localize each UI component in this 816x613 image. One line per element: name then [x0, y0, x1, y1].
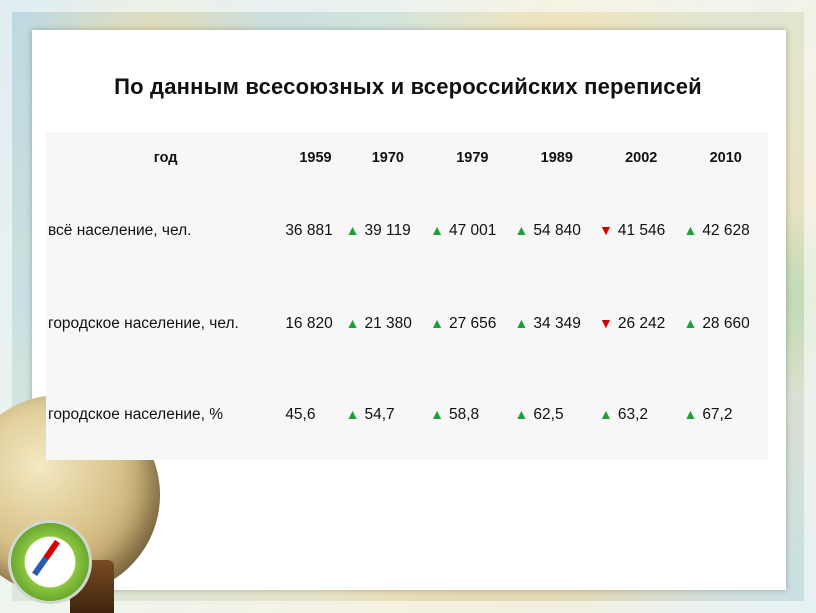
page-title: По данным всесоюзных и всероссийских пер… — [114, 74, 702, 99]
census-table: год 1959 1970 1979 1989 2002 2010 всё на… — [46, 132, 768, 460]
trend-up-icon: ▲ — [514, 315, 529, 331]
table-cell: 36 881 — [285, 184, 345, 278]
trend-down-icon: ▼ — [599, 222, 613, 238]
cell-value: 39 119 — [364, 222, 411, 239]
table-cell: ▲ 42 628 — [683, 184, 768, 278]
row-label: всё население, чел. — [48, 222, 192, 239]
table-cell: ▼ 26 242 — [599, 278, 683, 370]
cell-value: 62,5 — [533, 406, 564, 423]
header-year: 1989 — [540, 150, 573, 166]
table-cell: ▲ 28 660 — [683, 278, 768, 370]
cell-value: 54 840 — [533, 222, 581, 239]
header-label: год — [153, 150, 178, 166]
cell-value: 34 349 — [533, 315, 581, 332]
trend-up-icon: ▲ — [683, 315, 698, 331]
table-row: всё население, чел. 36 881 ▲ 39 119 ▲ 47 0… — [46, 184, 768, 278]
cell-value: 36 881 — [285, 222, 333, 239]
header-year: 2010 — [709, 150, 742, 166]
trend-up-icon: ▲ — [683, 406, 698, 422]
trend-up-icon: ▲ — [430, 406, 444, 422]
table-cell: 45,6 — [285, 370, 345, 460]
table-cell: ▲ 54,7 — [346, 370, 430, 460]
cell-value: 41 546 — [617, 222, 666, 239]
table-cell: ▲ 62,5 — [515, 370, 599, 460]
cell-value: 42 628 — [702, 222, 750, 239]
table-cell: ▲ 21 380 — [346, 278, 430, 370]
table-cell: ▲ 34 349 — [515, 278, 599, 370]
trend-up-icon: ▲ — [514, 222, 529, 238]
trend-up-icon: ▲ — [514, 406, 529, 422]
cell-value: 45,6 — [285, 406, 316, 423]
cell-value: 67,2 — [702, 406, 733, 423]
table-cell: ▲ 27 656 — [430, 278, 514, 370]
trend-up-icon: ▲ — [599, 406, 613, 422]
trend-up-icon: ▲ — [345, 222, 360, 238]
table-cell: ▲ 54 840 — [515, 184, 599, 278]
cell-value: 16 820 — [285, 315, 333, 332]
table-row: городское население, чел. 16 820 ▲ 21 380… — [46, 278, 768, 370]
cell-value: 28 660 — [702, 315, 750, 332]
row-label: городское население, чел. — [48, 315, 239, 332]
cell-value: 54,7 — [364, 406, 395, 423]
table-cell: ▲ 63,2 — [599, 370, 683, 460]
trend-up-icon: ▲ — [683, 222, 698, 238]
cell-value: 26 242 — [617, 315, 666, 332]
compass-icon — [8, 520, 92, 604]
header-year: 1970 — [371, 150, 404, 166]
table-header-row: год 1959 1970 1979 1989 2002 2010 — [46, 132, 768, 184]
header-year: 1959 — [299, 150, 332, 166]
table-cell: 16 820 — [285, 278, 345, 370]
row-label: городское население, % — [48, 406, 224, 423]
cell-value: 63,2 — [617, 406, 649, 423]
table-cell: ▼ 41 546 — [599, 184, 683, 278]
trend-up-icon: ▲ — [345, 406, 360, 422]
table-cell: ▲ 58,8 — [430, 370, 514, 460]
cell-value: 21 380 — [364, 315, 412, 332]
table-cell: ▲ 47 001 — [430, 184, 514, 278]
header-year: 1979 — [456, 150, 489, 166]
table-row: городское население, % 45,6 ▲ 54,7 ▲ 58,8 … — [46, 370, 768, 460]
header-year: 2002 — [625, 150, 658, 166]
trend-up-icon: ▲ — [430, 222, 444, 238]
trend-up-icon: ▲ — [430, 315, 444, 331]
table-cell: ▲ 39 119 — [346, 184, 430, 278]
trend-up-icon: ▲ — [345, 315, 360, 331]
table-cell: ▲ 67,2 — [683, 370, 768, 460]
cell-value: 47 001 — [448, 222, 497, 239]
cell-value: 27 656 — [448, 315, 497, 332]
trend-down-icon: ▼ — [599, 315, 613, 331]
cell-value: 58,8 — [448, 406, 480, 423]
